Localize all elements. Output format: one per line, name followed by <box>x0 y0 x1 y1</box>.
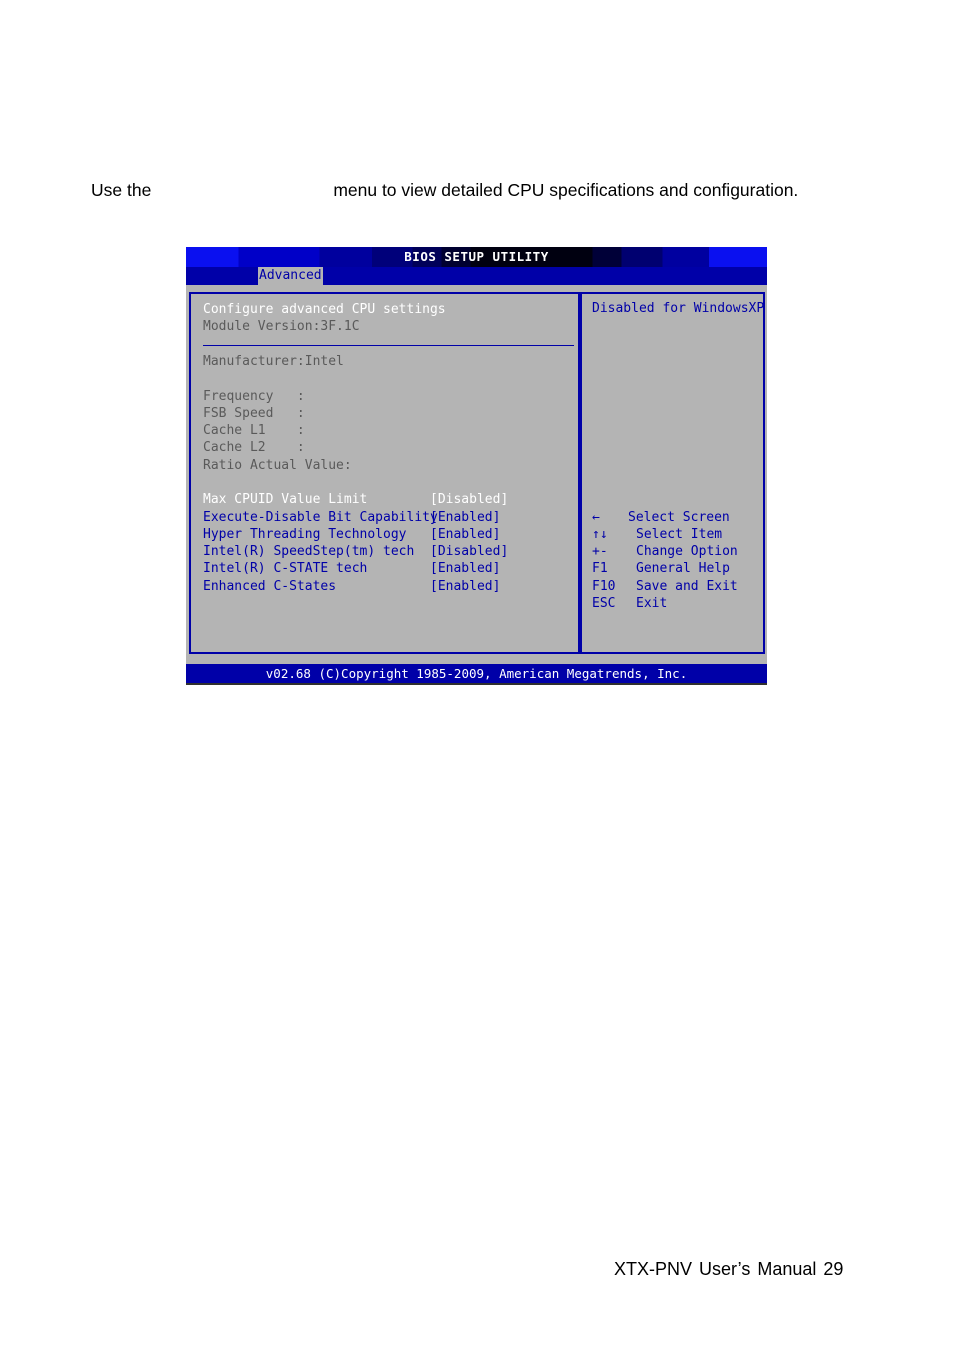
info-cache-l2: Cache L2 : <box>203 440 305 455</box>
intro-text-start: Use the <box>91 180 152 200</box>
help-panel: Disabled for WindowsXP ← Select Screen ↑… <box>580 292 765 654</box>
option-label[interactable]: Intel(R) SpeedStep(tm) tech <box>203 543 414 560</box>
bios-screenshot: BIOS SETUP UTILITY Advanced Configure ad… <box>186 247 767 685</box>
option-value[interactable]: [Enabled] <box>430 560 500 577</box>
key-desc: Select Item <box>636 527 723 542</box>
info-frequency: Frequency : <box>203 389 305 404</box>
info-cache-l1: Cache L1 : <box>203 423 305 438</box>
panel-heading: Configure advanced CPU settings <box>203 302 446 317</box>
key-arrows-up-down: ↑↓ <box>592 527 608 542</box>
tab-advanced[interactable]: Advanced <box>258 267 323 285</box>
key-f10: F10 <box>592 579 616 594</box>
option-value[interactable]: [Enabled] <box>430 526 500 543</box>
module-version: Module Version:3F.1C <box>203 319 360 334</box>
option-label[interactable]: Enhanced C-States <box>203 578 336 595</box>
key-arrow-left: ← <box>592 510 600 525</box>
key-desc: Save and Exit <box>636 579 738 594</box>
option-value[interactable]: [Disabled] <box>430 491 508 508</box>
key-f1: F1 <box>592 561 608 576</box>
settings-panel: Configure advanced CPU settings Module V… <box>189 292 580 654</box>
intro-text: Use the menu to view detailed CPU specifi… <box>91 180 798 201</box>
page-footer: XTX-PNV User’s Manual 29 <box>614 1259 844 1279</box>
help-text: Disabled for WindowsXP <box>592 301 765 316</box>
bios-status-bar: v02.68 (C)Copyright 1985-2009, American … <box>186 664 767 683</box>
key-desc: Select Screen <box>628 510 730 525</box>
key-esc: ESC <box>592 596 616 611</box>
key-desc: Exit <box>636 596 668 611</box>
option-label[interactable]: Execute-Disable Bit Capability <box>203 509 438 526</box>
info-manufacturer: Manufacturer:Intel <box>203 354 344 369</box>
divider <box>203 345 574 346</box>
info-ratio-actual-value: Ratio Actual Value: <box>203 458 352 473</box>
option-label[interactable]: Hyper Threading Technology <box>203 526 407 543</box>
info-fsb-speed: FSB Speed : <box>203 406 305 421</box>
intro-text-end: menu to view detailed CPU specifications… <box>333 180 799 200</box>
bios-title: BIOS SETUP UTILITY <box>404 249 549 264</box>
option-label[interactable]: Intel(R) C-STATE tech <box>203 560 367 577</box>
copyright-text: v02.68 (C)Copyright 1985-2009, American … <box>265 666 688 681</box>
option-value[interactable]: [Enabled] <box>430 578 500 595</box>
bios-title-bar: BIOS SETUP UTILITY <box>186 247 767 267</box>
key-plus-minus: +- <box>592 544 608 559</box>
key-desc: Change Option <box>636 544 738 559</box>
option-label[interactable]: Max CPUID Value Limit <box>203 491 367 508</box>
option-value[interactable]: [Disabled] <box>430 543 508 560</box>
bios-menu-bar: Advanced <box>186 267 767 285</box>
screenshot-bottom-edge <box>186 683 767 685</box>
option-value[interactable]: [Enabled] <box>430 509 500 526</box>
key-desc: General Help <box>636 561 730 576</box>
